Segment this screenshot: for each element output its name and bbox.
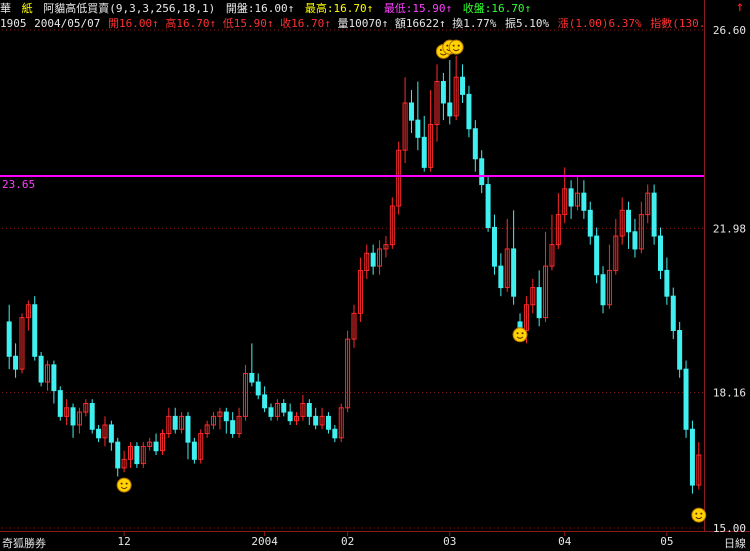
y-tick-label: 21.98 — [713, 222, 746, 235]
candle-down — [677, 330, 683, 370]
turnover: 換1.77% — [452, 17, 497, 30]
candle-down — [96, 428, 102, 439]
candle-down — [268, 407, 274, 417]
candle-down — [153, 441, 159, 452]
candle-down — [440, 81, 446, 104]
x-tick-label: 03 — [443, 535, 456, 548]
candle-down — [683, 368, 689, 430]
candle-down — [632, 231, 638, 250]
candle-down — [51, 364, 57, 392]
candle-down — [172, 415, 178, 430]
candle-down — [594, 235, 600, 276]
index-change: 指數(130.47)2.21% — [650, 17, 706, 30]
change: 漲(1.00)6.37% — [557, 17, 642, 30]
candle-down — [568, 188, 574, 207]
indicator-name: 阿貓高低買賣(9,3,3,256,18,1) — [43, 2, 216, 15]
x-tick-label: 04 — [558, 535, 572, 548]
candle-down — [626, 209, 632, 233]
candle-down — [689, 428, 695, 486]
candle-down — [332, 428, 338, 439]
open-value: 開盤:16.00↑ — [225, 2, 295, 15]
low-value: 最低:15.90↑ — [383, 2, 453, 15]
close-value: 收盤:16.70↑ — [462, 2, 532, 15]
day-close: 收16.70↑ — [280, 17, 331, 30]
header-row-1: 華 紙 阿貓高低買賣(9,3,3,256,18,1) 開盤:16.00↑ 最高:… — [0, 0, 706, 16]
y-tick-label: 15.00 — [713, 522, 746, 535]
candle-down — [281, 403, 287, 413]
stock-code: 1905 — [0, 17, 27, 30]
candle-down — [57, 390, 63, 417]
candle-down — [651, 192, 657, 237]
day-open: 開16.00↑ — [107, 17, 159, 30]
candle-down — [38, 355, 44, 383]
day-amount: 額16622↑ — [394, 17, 446, 30]
candle-down — [325, 415, 331, 430]
candle-down — [370, 252, 376, 267]
candle-down — [408, 102, 414, 121]
candle-down — [657, 235, 663, 271]
x-tick-label: 2004 — [251, 535, 278, 548]
candle-down — [485, 184, 491, 228]
candle-down — [460, 76, 466, 95]
tab-paper[interactable]: 紙 — [22, 0, 33, 16]
candle-down — [89, 403, 95, 430]
smiley-icon — [691, 507, 707, 523]
x-tick-label: 12 — [118, 535, 131, 548]
candle-down — [262, 394, 268, 409]
candle-down — [447, 102, 453, 117]
candle-down — [255, 381, 261, 396]
candle-down — [600, 274, 606, 306]
day-volume: 量10070↑ — [337, 17, 389, 30]
candle-down — [230, 420, 236, 435]
candle-down — [108, 424, 114, 443]
candle-down — [32, 304, 38, 357]
candle-down — [421, 136, 427, 168]
candle-down — [479, 158, 485, 186]
candle-down — [536, 287, 542, 319]
candle-down — [70, 407, 76, 426]
high-value: 最高:16.70↑ — [304, 2, 374, 15]
candle-down — [587, 209, 593, 237]
candlestick-chart[interactable]: 26.60 21.98 18.16 15.00 12 2004 02 03 04 05 23.65 — [0, 0, 750, 550]
candle-down — [581, 192, 587, 211]
smiley-icon — [448, 39, 464, 55]
candle-down — [6, 321, 12, 357]
header-row-2: 1905 2004/05/07 開16.00↑ 高16.70↑ 低15.90↑ … — [0, 15, 706, 31]
candle-down — [306, 403, 312, 417]
quote-date: 2004/05/07 — [34, 17, 101, 30]
candle-down — [313, 415, 319, 426]
reference-line-label: 23.65 — [2, 178, 35, 191]
candle-down — [491, 226, 497, 267]
title-char: 華 — [0, 2, 11, 15]
smiley-icon — [512, 327, 528, 343]
candle-down — [287, 411, 293, 422]
candle-down — [670, 295, 676, 332]
x-tick-label: 02 — [341, 535, 354, 548]
price-axis-panel — [704, 0, 750, 531]
y-tick-label: 18.16 — [713, 386, 746, 399]
x-tick-label: 05 — [660, 535, 673, 548]
day-high: 高16.70↑ — [165, 17, 217, 30]
candle-down — [249, 372, 255, 383]
candle-down — [498, 265, 504, 289]
candle-down — [472, 128, 478, 160]
candle-down — [511, 248, 517, 297]
candle-down — [223, 411, 229, 422]
amplitude: 振5.10% — [504, 17, 550, 30]
up-arrow-icon[interactable]: ↑ — [733, 0, 747, 14]
software-label: 奇狐勝券 — [2, 537, 46, 550]
candle-down — [664, 269, 670, 297]
candle-down — [134, 445, 140, 465]
candle-down — [191, 441, 197, 460]
candle-down — [415, 119, 421, 138]
candle-down — [13, 355, 19, 370]
day-low: 低15.90↑ — [222, 17, 274, 30]
candle-down — [185, 415, 191, 443]
y-tick-label: 26.60 — [713, 24, 746, 37]
smiley-icon — [116, 477, 132, 493]
candle-down — [466, 93, 472, 130]
candle-down — [115, 441, 121, 469]
period-daily-label[interactable]: 日線 — [724, 535, 746, 551]
